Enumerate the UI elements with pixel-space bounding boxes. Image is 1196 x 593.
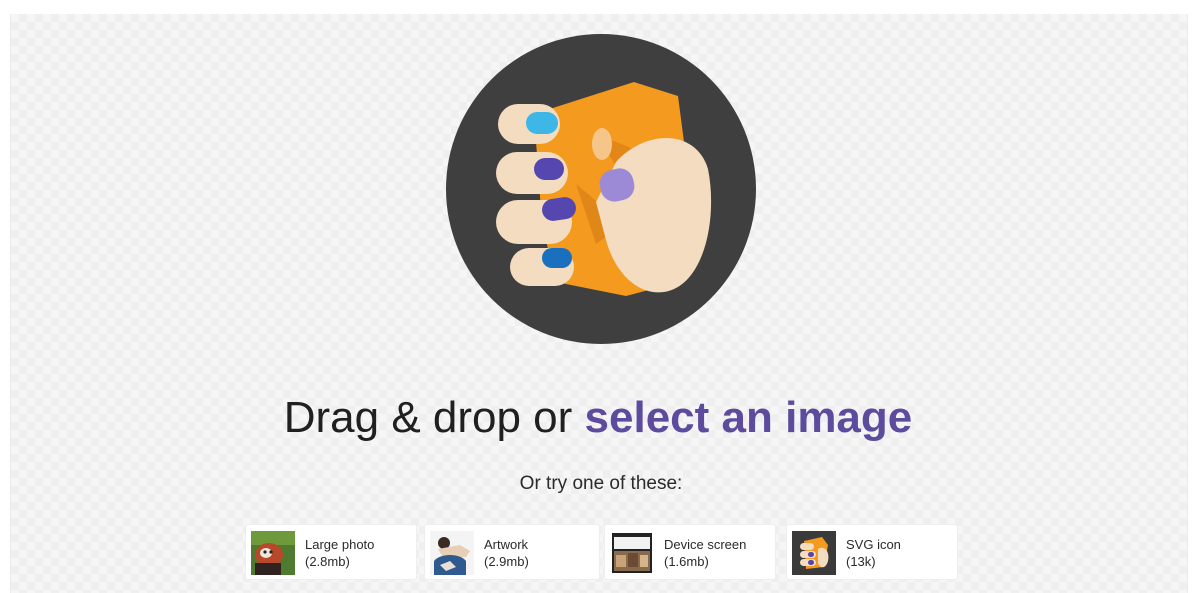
sample-size: (1.6mb) [664,554,709,569]
sample-svg-icon-button[interactable]: SVG icon (13k) [786,524,958,580]
artwork-thumbnail [430,531,474,575]
large-photo-thumbnail [251,531,295,575]
sample-name: Artwork [484,537,529,552]
sample-size: (2.8mb) [305,554,350,569]
svg-icon-thumbnail [792,531,836,575]
sample-artwork-button[interactable]: Artwork (2.9mb) [424,524,600,580]
sample-name: Large photo [305,537,375,552]
sample-images-list: Large photo (2.8mb) Artwork (2.9mb) Devi… [0,524,1196,582]
select-image-link[interactable]: select an image [585,393,913,442]
sample-device-screen-button[interactable]: Device screen (1.6mb) [604,524,776,580]
sample-name: SVG icon [846,537,901,552]
sample-large-photo-button[interactable]: Large photo (2.8mb) [245,524,417,580]
page-title: Drag & drop or select an image [0,389,1196,447]
sample-size: (2.9mb) [484,554,529,569]
sample-size: (13k) [846,554,876,569]
sample-name: Device screen [664,537,747,552]
device-screen-thumbnail [610,531,654,575]
squoosh-logo-icon [446,34,756,344]
headline-prefix: Drag & drop or [283,393,573,442]
try-samples-label: Or try one of these: [519,473,683,494]
